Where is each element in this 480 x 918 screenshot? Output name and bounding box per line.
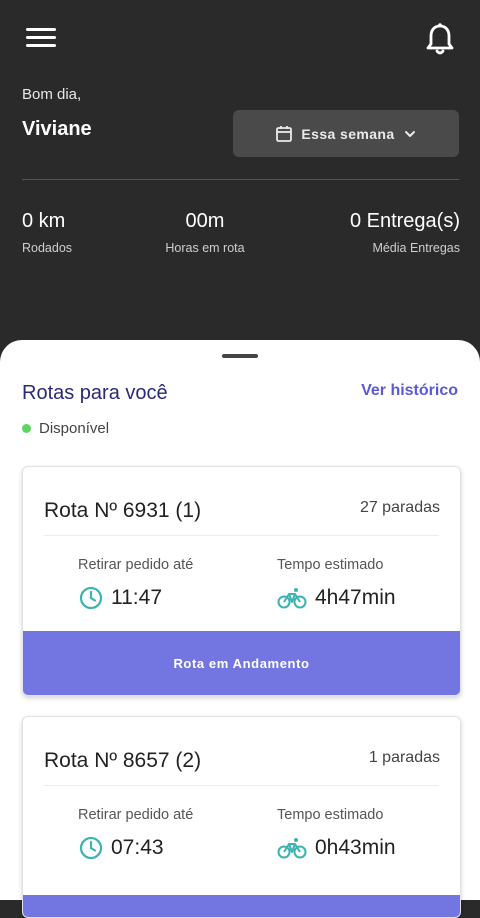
estimate-label: Tempo estimado	[277, 807, 384, 823]
stat-value: 0 Entrega(s)	[349, 210, 460, 232]
route-title: Rota Nº 8657 (2)	[44, 749, 202, 772]
routes-bottom-sheet: Rotas para você Ver histórico Disponível…	[0, 340, 480, 918]
pickup-label: Retirar pedido até	[78, 557, 194, 573]
route-card[interactable]: Rota Nº 8657 (2) 1 paradas Retirar pedid…	[22, 716, 461, 918]
card-divider	[44, 535, 439, 536]
pickup-time: 11:47	[79, 586, 162, 610]
stat-label: Rodados	[22, 241, 73, 255]
estimated-time-value: 4h47min	[315, 586, 396, 609]
bicycle-icon	[277, 838, 307, 859]
stat-deliveries: 0 Entrega(s) Média Entregas	[350, 210, 460, 255]
bell-icon[interactable]	[421, 20, 459, 58]
history-link[interactable]: Ver histórico	[361, 382, 458, 400]
stat-label: Horas em rota	[165, 241, 245, 255]
pickup-time-value: 11:47	[111, 586, 162, 609]
header-divider	[22, 179, 459, 180]
estimated-time: 4h47min	[277, 586, 396, 610]
availability-status: Disponível	[22, 420, 109, 437]
user-name: Viviane	[22, 118, 92, 140]
menu-line	[26, 44, 56, 47]
hamburger-menu-icon[interactable]	[26, 26, 58, 52]
greeting-text: Bom dia,	[22, 86, 82, 103]
route-stops: 1 paradas	[368, 749, 440, 766]
route-status-button[interactable]: Rota em Andamento	[23, 631, 460, 695]
bell-svg	[426, 23, 454, 55]
stat-hours: 00m Horas em rota	[140, 210, 270, 255]
status-dot-icon	[22, 424, 31, 433]
stat-distance: 0 km Rodados	[22, 210, 72, 255]
sheet-drag-handle[interactable]	[222, 354, 258, 358]
route-status-button[interactable]	[23, 895, 460, 917]
menu-line	[26, 36, 56, 39]
estimated-time: 0h43min	[277, 836, 396, 860]
period-label: Essa semana	[301, 125, 395, 142]
pickup-time: 07:43	[79, 836, 164, 860]
clock-icon	[79, 836, 103, 860]
period-selector-button[interactable]: Essa semana	[233, 110, 459, 157]
pickup-label: Retirar pedido até	[78, 807, 194, 823]
bicycle-icon	[277, 588, 307, 609]
route-title: Rota Nº 6931 (1)	[44, 499, 202, 522]
route-stops: 27 paradas	[359, 499, 440, 516]
stat-value: 00m	[185, 210, 225, 232]
status-text: Disponível	[39, 420, 110, 437]
routes-section-title: Rotas para você	[22, 382, 168, 404]
header-panel: Bom dia, Viviane Essa semana 0 km Rodado…	[0, 0, 480, 360]
estimated-time-value: 0h43min	[315, 836, 396, 859]
clock-icon	[79, 586, 103, 610]
stat-value: 0 km	[22, 210, 66, 232]
calendar-icon	[276, 125, 293, 142]
estimate-label: Tempo estimado	[277, 557, 384, 573]
pickup-time-value: 07:43	[111, 836, 164, 859]
route-card[interactable]: Rota Nº 6931 (1) 27 paradas Retirar pedi…	[22, 466, 461, 696]
chevron-down-icon	[404, 130, 415, 137]
menu-line	[26, 28, 56, 31]
stat-label: Média Entregas	[372, 241, 460, 255]
card-divider	[44, 785, 439, 786]
